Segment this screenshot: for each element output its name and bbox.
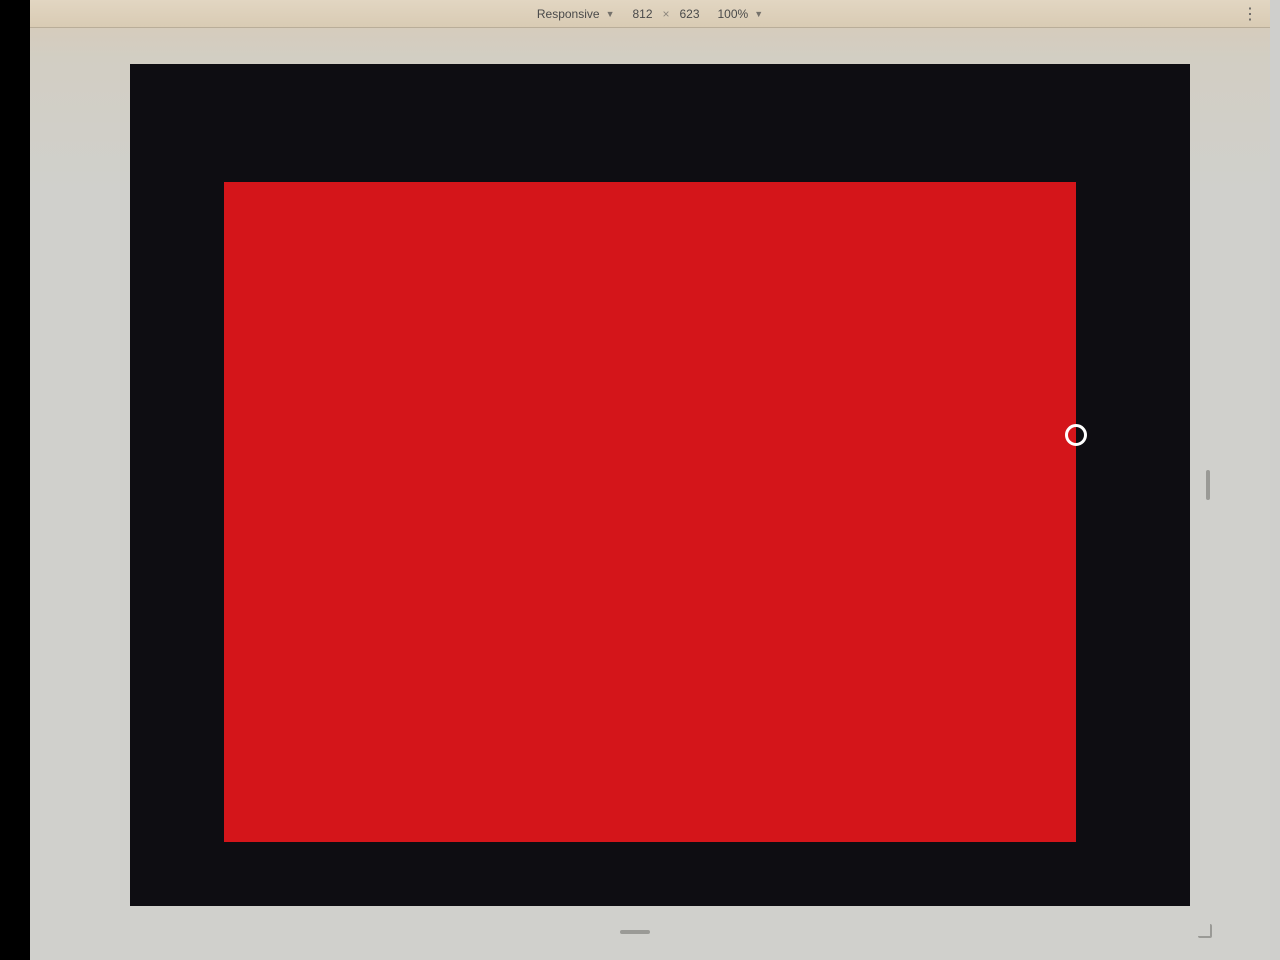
devtools-window: Responsive ▼ 812 × 623 100% ▼ ⋮ bbox=[30, 0, 1270, 960]
viewport-dimensions: 812 × 623 bbox=[628, 7, 703, 21]
resize-handle-right[interactable] bbox=[1065, 424, 1087, 446]
device-selector[interactable]: Responsive ▼ bbox=[537, 7, 615, 21]
panel-resize-handle-corner[interactable] bbox=[1198, 924, 1212, 938]
device-frame bbox=[130, 64, 1190, 906]
viewport-height-input[interactable]: 623 bbox=[676, 7, 704, 21]
chevron-down-icon: ▼ bbox=[606, 9, 615, 19]
rendered-page[interactable] bbox=[224, 182, 1076, 842]
panel-resize-handle-right[interactable] bbox=[1206, 470, 1210, 500]
window-left-bezel bbox=[0, 0, 30, 960]
responsive-mode-toolbar: Responsive ▼ 812 × 623 100% ▼ ⋮ bbox=[30, 0, 1270, 28]
device-selector-label: Responsive bbox=[537, 7, 600, 21]
viewport-width-input[interactable]: 812 bbox=[628, 7, 656, 21]
chevron-down-icon: ▼ bbox=[754, 9, 763, 19]
zoom-level-label: 100% bbox=[718, 7, 749, 21]
zoom-selector[interactable]: 100% ▼ bbox=[718, 7, 764, 21]
dimension-separator: × bbox=[662, 7, 669, 21]
panel-resize-handle-bottom[interactable] bbox=[620, 930, 650, 934]
more-options-button[interactable]: ⋮ bbox=[1242, 4, 1260, 24]
